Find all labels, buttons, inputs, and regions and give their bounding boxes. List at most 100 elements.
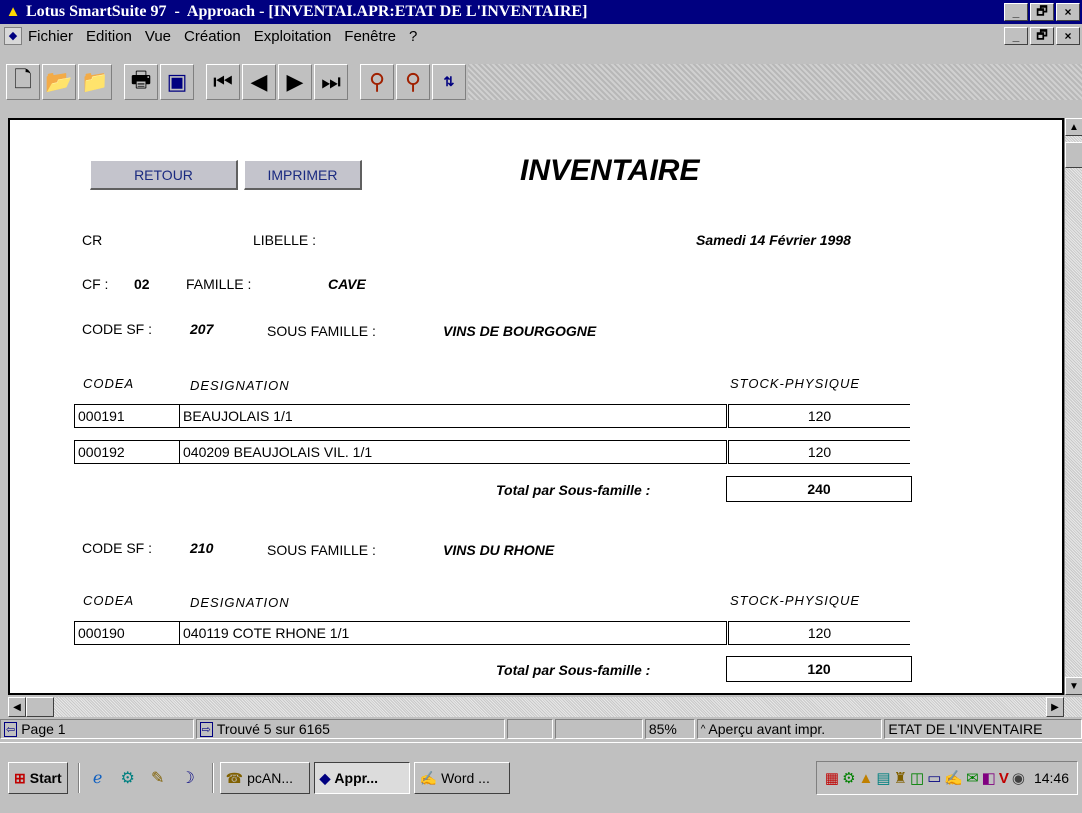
cf-label: CF : bbox=[82, 276, 109, 292]
status-bar: ⇦ Page 1 ⇨ Trouvé 5 sur 6165 85% ^ Aperç… bbox=[0, 718, 1082, 740]
menu-edition[interactable]: Edition bbox=[86, 28, 132, 45]
col-header-codea: CODEA bbox=[83, 376, 135, 391]
tray-icon[interactable]: ♜ bbox=[894, 769, 907, 787]
sous-famille-label: SOUS FAMILLE : bbox=[267, 542, 376, 558]
last-record-icon[interactable]: ⏭ bbox=[314, 64, 348, 100]
doc-minimize-button[interactable]: _ bbox=[1004, 27, 1028, 45]
task-word[interactable]: ✍ Word ... bbox=[413, 762, 510, 794]
scroll-left-icon[interactable]: ◀ bbox=[8, 697, 26, 717]
page-nav-icon[interactable]: ⇦ bbox=[4, 721, 18, 737]
col-header-designation: DESIGNATION bbox=[190, 595, 290, 610]
scroll-up-icon[interactable]: ▲ bbox=[1065, 118, 1082, 136]
status-mode[interactable]: ^ Aperçu avant impr. bbox=[696, 719, 883, 739]
report-date: Samedi 14 Février 1998 bbox=[696, 232, 851, 248]
horizontal-scrollbar[interactable]: ◀ ▶ bbox=[8, 697, 1082, 717]
tray-icon[interactable]: ✉ bbox=[966, 769, 979, 787]
next-record-icon[interactable]: ▶ bbox=[278, 64, 312, 100]
network-icon[interactable]: ⚙ bbox=[116, 766, 140, 790]
scroll-down-icon[interactable]: ▼ bbox=[1065, 677, 1082, 695]
sous-famille-value: VINS DE BOURGOGNE bbox=[443, 323, 597, 339]
find-icon[interactable]: ⚲ bbox=[360, 64, 394, 100]
menu-vue[interactable]: Vue bbox=[145, 28, 171, 45]
cr-label: CR bbox=[82, 232, 103, 248]
preview-icon[interactable]: ▣ bbox=[160, 64, 194, 100]
report-title: INVENTAIRE bbox=[520, 154, 700, 187]
internet-explorer-icon[interactable]: ℯ bbox=[86, 766, 110, 790]
famille-value: CAVE bbox=[328, 276, 366, 292]
task-pcanywhere[interactable]: ☎ pcAN... bbox=[219, 762, 310, 794]
tray-icon[interactable]: ◫ bbox=[910, 769, 924, 787]
menu-fenetre[interactable]: Fenêtre bbox=[344, 28, 396, 45]
vertical-scrollbar[interactable]: ▲ ▼ bbox=[1064, 118, 1082, 695]
channel-icon[interactable]: ☽ bbox=[176, 766, 200, 790]
restore-button[interactable]: 🗗 bbox=[1030, 3, 1054, 21]
new-doc-icon[interactable]: 🗋 bbox=[6, 64, 40, 100]
tray-icon[interactable]: ▭ bbox=[927, 769, 941, 787]
sort-icon[interactable]: ⇅ bbox=[432, 64, 466, 100]
col-header-stock: STOCK-PHYSIQUE bbox=[730, 593, 861, 608]
menu-help[interactable]: ? bbox=[409, 28, 417, 45]
menu-bar: ◆ Fichier Edition Vue Création Exploitat… bbox=[0, 24, 1082, 48]
status-mode-label: Aperçu avant impr. bbox=[708, 721, 826, 737]
tray-icon[interactable]: ▲ bbox=[859, 770, 874, 787]
minimize-button[interactable]: _ bbox=[1004, 3, 1028, 21]
table-cell-codea: 000192 bbox=[74, 440, 179, 464]
tray-icon[interactable]: ⚙ bbox=[842, 769, 855, 787]
tray-icon[interactable]: ▤ bbox=[876, 769, 890, 787]
menu-fichier[interactable]: Fichier bbox=[28, 28, 73, 45]
table-cell-codea: 000190 bbox=[74, 621, 179, 645]
zoom-level[interactable]: 85% bbox=[644, 719, 695, 739]
status-page-label: Page 1 bbox=[21, 721, 66, 737]
found-nav-icon[interactable]: ⇨ bbox=[199, 721, 213, 737]
status-found[interactable]: ⇨ Trouvé 5 sur 6165 bbox=[195, 719, 506, 739]
close-folder-icon[interactable]: 📁 bbox=[78, 64, 112, 100]
edit-icon[interactable]: ✎ bbox=[146, 766, 170, 790]
menu-exploitation[interactable]: Exploitation bbox=[254, 28, 332, 45]
task-approach[interactable]: ◆ Appr... bbox=[313, 762, 410, 794]
cf-value: 02 bbox=[134, 276, 150, 292]
prev-record-icon[interactable]: ◀ bbox=[242, 64, 276, 100]
status-found-label: Trouvé 5 sur 6165 bbox=[216, 721, 330, 737]
retour-button[interactable]: RETOUR bbox=[90, 160, 238, 190]
clock[interactable]: 14:46 bbox=[1034, 770, 1069, 786]
document-control-icon[interactable]: ◆ bbox=[4, 27, 22, 45]
table-cell-stock: 120 bbox=[728, 621, 910, 645]
title-bar[interactable]: ▲ Lotus SmartSuite 97 - Approach - [INVE… bbox=[0, 0, 1082, 24]
libelle-label: LIBELLE : bbox=[253, 232, 317, 248]
vertical-scroll-thumb[interactable] bbox=[1065, 142, 1082, 168]
col-header-stock: STOCK-PHYSIQUE bbox=[730, 376, 861, 391]
print-icon[interactable]: 🖶 bbox=[124, 64, 158, 100]
table-cell-designation: 040119 COTE RHONE 1/1 bbox=[179, 621, 727, 645]
total-value: 240 bbox=[726, 476, 912, 502]
wordpro-icon: ✍ bbox=[419, 769, 438, 786]
start-label: Start bbox=[29, 770, 62, 786]
scroll-right-icon[interactable]: ▶ bbox=[1046, 697, 1064, 717]
menu-creation[interactable]: Création bbox=[184, 28, 241, 45]
system-tray: ▦ ⚙ ▲ ▤ ♜ ◫ ▭ ✍ ✉ ◧ V ◉ 14:46 bbox=[815, 761, 1078, 795]
tray-icon[interactable]: ◉ bbox=[1012, 769, 1025, 787]
doc-restore-button[interactable]: 🗗 bbox=[1030, 27, 1054, 45]
status-page[interactable]: ⇦ Page 1 bbox=[0, 719, 194, 739]
status-view[interactable]: ETAT DE L'INVENTAIRE bbox=[884, 719, 1082, 739]
imprimer-button[interactable]: IMPRIMER bbox=[244, 160, 362, 190]
toolbar: 🗋 📂 📁 🖶 ▣ ⏮ ◀ ▶ ⏭ ⚲ ⚲ ⇅ bbox=[0, 48, 1082, 116]
code-sf-value: 210 bbox=[190, 540, 214, 556]
total-label: Total par Sous-famille : bbox=[496, 482, 651, 498]
code-sf-value: 207 bbox=[190, 321, 214, 337]
tray-icon[interactable]: ◧ bbox=[982, 769, 996, 787]
tray-icon[interactable]: ▦ bbox=[825, 769, 839, 787]
open-folder-icon[interactable]: 📂 bbox=[42, 64, 76, 100]
find-all-icon[interactable]: ⚲ bbox=[396, 64, 430, 100]
doc-close-button[interactable]: × bbox=[1056, 27, 1080, 45]
table-cell-stock: 120 bbox=[728, 440, 910, 464]
tray-icon[interactable]: V bbox=[999, 770, 1009, 787]
famille-label: FAMILLE : bbox=[186, 276, 252, 292]
lotus-app-icon[interactable]: ▲ bbox=[4, 3, 22, 21]
task-label: Word ... bbox=[441, 770, 490, 786]
table-cell-stock: 120 bbox=[728, 404, 910, 428]
horizontal-scroll-thumb[interactable] bbox=[26, 697, 54, 717]
first-record-icon[interactable]: ⏮ bbox=[206, 64, 240, 100]
start-button[interactable]: ⊞ Start bbox=[8, 762, 68, 794]
tray-icon[interactable]: ✍ bbox=[944, 769, 963, 787]
close-button[interactable]: × bbox=[1056, 3, 1080, 21]
